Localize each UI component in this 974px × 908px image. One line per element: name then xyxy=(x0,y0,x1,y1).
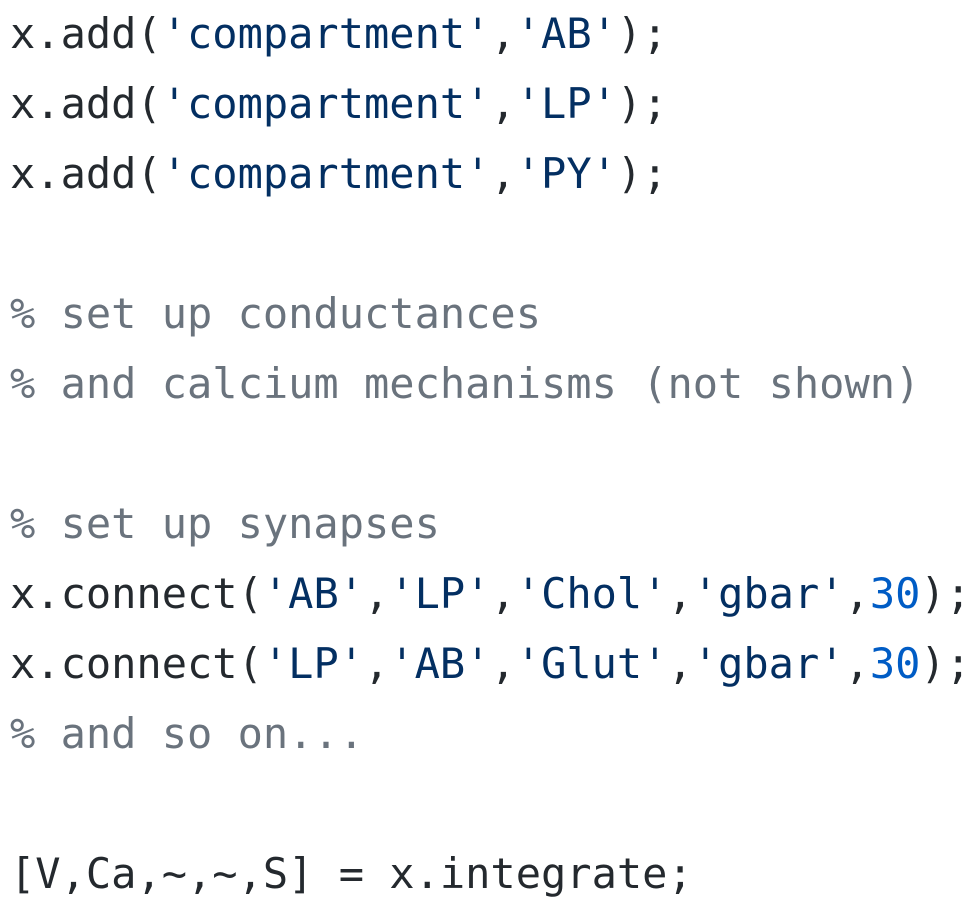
string-token: 'AB' xyxy=(262,569,365,618)
code-snippet: x.add('compartment','AB'); x.add('compart… xyxy=(0,0,974,907)
string-token: 'LP' xyxy=(262,639,365,688)
plain-token: [V,Ca,~,~,S] = x.integrate; xyxy=(10,849,693,898)
plain-token: , xyxy=(364,639,390,688)
plain-token: ); xyxy=(616,79,668,128)
plain-token: , xyxy=(490,79,516,128)
number-token: 30 xyxy=(869,639,921,688)
code-line: x.connect('LP','AB','Glut','gbar',30); xyxy=(10,629,974,699)
string-token: 'compartment' xyxy=(161,79,491,128)
code-line: x.connect('AB','LP','Chol','gbar',30); xyxy=(10,559,974,629)
comment-token: % and calcium mechanisms (not shown) xyxy=(10,359,921,408)
code-line: x.add('compartment','AB'); xyxy=(10,0,974,69)
string-token: 'LP' xyxy=(515,79,617,128)
plain-token: , xyxy=(490,639,516,688)
string-token: 'compartment' xyxy=(161,9,491,58)
plain-token: x.add( xyxy=(10,149,162,198)
plain-token: ); xyxy=(920,569,971,618)
plain-token: , xyxy=(490,149,516,198)
plain-token: , xyxy=(364,569,390,618)
string-token: 'gbar' xyxy=(692,639,845,688)
plain-token: x.connect( xyxy=(10,569,263,618)
string-token: 'Chol' xyxy=(515,569,668,618)
string-token: 'PY' xyxy=(515,149,617,198)
code-line: % and so on... xyxy=(10,699,974,769)
plain-token: , xyxy=(490,569,516,618)
plain-token: ); xyxy=(616,149,668,198)
plain-token: x.add( xyxy=(10,79,162,128)
plain-token: x.connect( xyxy=(10,639,263,688)
string-token: 'AB' xyxy=(515,9,617,58)
plain-token: ); xyxy=(616,9,668,58)
comment-token: % set up conductances xyxy=(10,289,542,338)
code-line: [V,Ca,~,~,S] = x.integrate; xyxy=(10,839,974,908)
plain-token: , xyxy=(490,9,516,58)
string-token: 'Glut' xyxy=(515,639,668,688)
string-token: 'LP' xyxy=(389,569,491,618)
code-line: % and calcium mechanisms (not shown) xyxy=(10,349,974,419)
string-token: 'AB' xyxy=(389,639,491,688)
plain-token: , xyxy=(667,569,693,618)
code-line: x.add('compartment','LP'); xyxy=(10,69,974,139)
string-token: 'gbar' xyxy=(692,569,845,618)
plain-token: , xyxy=(844,569,870,618)
string-token: 'compartment' xyxy=(161,149,491,198)
code-line: % set up synapses xyxy=(10,489,974,559)
comment-token: % and so on... xyxy=(10,709,365,758)
plain-token: ); xyxy=(920,639,971,688)
plain-token: , xyxy=(844,639,870,688)
code-line: % set up conductances xyxy=(10,279,974,349)
plain-token: x.add( xyxy=(10,9,162,58)
code-line: x.add('compartment','PY'); xyxy=(10,139,974,209)
number-token: 30 xyxy=(869,569,921,618)
comment-token: % set up synapses xyxy=(10,499,440,548)
plain-token: , xyxy=(667,639,693,688)
